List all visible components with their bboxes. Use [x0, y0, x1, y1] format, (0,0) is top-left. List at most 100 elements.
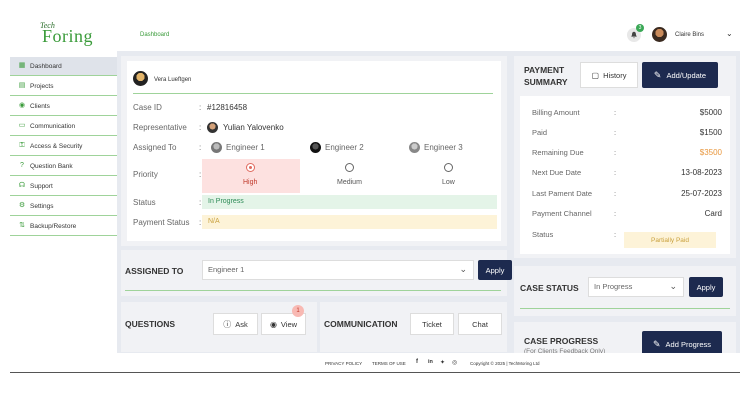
engineer-3-option[interactable]: Engineer 3: [409, 142, 463, 153]
sidebar-item-label: Clients: [30, 102, 50, 110]
divider: [133, 93, 493, 94]
case-status-select[interactable]: In Progress ⌄: [588, 277, 684, 297]
payment-row-label: Next Due Date: [532, 168, 582, 177]
instagram-icon[interactable]: ◎: [452, 359, 457, 366]
chat-button[interactable]: Chat: [458, 313, 502, 335]
payment-row-label: Paid: [532, 128, 548, 137]
sidebar-item-dashboard[interactable]: ▦ Dashboard: [10, 57, 117, 76]
colon: :: [614, 148, 617, 157]
sidebar-item-support[interactable]: ☊ Support: [10, 177, 117, 196]
footer: PRIVACY POLICY TERMS OF USE f in ✦ ◎ Cop…: [117, 353, 740, 372]
remaining-due-value: $3500: [699, 148, 722, 157]
sidebar-item-label: Support: [30, 182, 53, 190]
sidebar-item-label: Projects: [30, 82, 54, 90]
backup-icon: ⇅: [19, 222, 25, 229]
notification-button[interactable]: 3: [627, 24, 644, 42]
logo[interactable]: Tech Foring: [40, 21, 110, 49]
clipboard-icon: ▤: [18, 82, 26, 89]
payment-details-card: Billing Amount : $5000 Paid : $1500 Rema…: [520, 96, 730, 254]
questions-panel: QUESTIONS ⓘ Ask ◉ View: [121, 302, 317, 352]
payment-status-badge: Partially Paid: [624, 232, 716, 248]
case-owner-name: Vera Lueftgen: [154, 77, 192, 83]
sidebar-item-backup-restore[interactable]: ⇅ Backup/Restore: [10, 217, 117, 236]
user-avatar[interactable]: [652, 27, 667, 42]
sidebar-item-label: Dashboard: [30, 62, 62, 70]
payment-row-label: Last Pament Date: [532, 189, 593, 198]
chevron-down-icon[interactable]: ⌄: [726, 29, 733, 38]
colon: :: [614, 230, 617, 239]
colon: :: [614, 189, 617, 198]
add-update-button[interactable]: ✎ Add/Update: [642, 62, 718, 88]
payment-summary-title: PAYMENT SUMMARY: [524, 65, 568, 87]
engineer-label: Engineer 2: [325, 143, 364, 152]
pencil-icon: ✎: [653, 69, 662, 80]
colon: :: [199, 198, 202, 207]
question-icon: ?: [20, 162, 24, 169]
engineer-2-option[interactable]: Engineer 2: [310, 142, 364, 153]
engineer-avatar: [409, 142, 420, 153]
colon: :: [614, 108, 617, 117]
ticket-button[interactable]: Ticket: [410, 313, 454, 335]
sidebar-item-access-security[interactable]: ⚿ Access & Security: [10, 137, 117, 156]
communication-panel: COMMUNICATION Ticket Chat: [320, 302, 507, 352]
engineer-select[interactable]: Engineer 1 ⌄: [202, 260, 474, 280]
colon: :: [614, 209, 617, 218]
user-icon: ◉: [18, 102, 26, 109]
sidebar-item-communication[interactable]: ▭ Communication: [10, 117, 117, 136]
priority-high-label: High: [243, 179, 258, 186]
notification-badge: 3: [636, 24, 644, 32]
headset-icon: ☊: [18, 182, 26, 189]
engineer-avatar: [310, 142, 321, 153]
logo-main-text: Foring: [42, 26, 94, 46]
ask-button[interactable]: ⓘ Ask: [213, 313, 258, 335]
view-count-badge: 1: [292, 305, 304, 317]
payment-status-label: Status: [532, 230, 554, 239]
sidebar-item-label: Access & Security: [30, 142, 83, 150]
status-label: Status: [133, 198, 156, 207]
representative-name: Yulian Yalovenko: [223, 123, 284, 132]
history-button[interactable]: ▢ History: [580, 62, 638, 88]
terms-link[interactable]: TERMS OF USE: [372, 361, 406, 366]
engineer-select-value: Engineer 1: [208, 265, 245, 274]
payment-status-value: N/A: [202, 215, 497, 229]
status-value: In Progress: [202, 195, 497, 209]
user-name[interactable]: Claire Bins: [675, 32, 704, 38]
sidebar-item-settings[interactable]: ⚙ Settings: [10, 197, 117, 216]
app-frame: Tech Foring Dashboard 3 Claire Bins ⌄ ▦ …: [10, 20, 740, 373]
payment-row-value: $5000: [699, 108, 722, 117]
breadcrumb[interactable]: Dashboard: [140, 32, 169, 38]
assign-apply-button[interactable]: Apply: [478, 260, 512, 280]
twitter-icon[interactable]: ✦: [440, 359, 445, 366]
view-label: View: [280, 319, 298, 329]
priority-label: Priority: [133, 170, 158, 179]
add-progress-label: Add Progress: [665, 339, 711, 349]
assign-title: ASSIGNED TO: [125, 266, 184, 276]
privacy-policy-link[interactable]: PRIVACY POLICY: [325, 361, 362, 366]
priority-medium-label: Medium: [337, 179, 362, 186]
sidebar-item-clients[interactable]: ◉ Clients: [10, 97, 117, 116]
facebook-icon[interactable]: f: [416, 359, 418, 365]
bell-icon: [631, 31, 637, 39]
case-id-label: Case ID: [133, 103, 162, 112]
representative-avatar: [207, 122, 218, 133]
priority-high-radio[interactable]: [246, 163, 255, 172]
assign-panel: ASSIGNED TO Engineer 1 ⌄ Apply: [121, 250, 512, 296]
payment-row-label: Payment Channel: [532, 209, 592, 218]
engineer-label: Engineer 1: [226, 143, 265, 152]
communication-title: COMMUNICATION: [324, 319, 398, 329]
linkedin-icon[interactable]: in: [428, 359, 433, 365]
sidebar-item-question-bank[interactable]: ? Question Bank: [10, 157, 117, 176]
case-progress-title: CASE PROGRESS: [524, 336, 599, 346]
case-id-value: #12816458: [207, 103, 248, 112]
engineer-label: Engineer 3: [424, 143, 463, 152]
colon: :: [199, 170, 202, 179]
sidebar-item-projects[interactable]: ▤ Projects: [10, 77, 117, 96]
payment-row-value: 25-07-2023: [681, 189, 722, 198]
priority-medium-radio[interactable]: [345, 163, 354, 172]
case-status-apply-button[interactable]: Apply: [689, 277, 723, 297]
case-details-panel: Vera Lueftgen Case ID : #12816458 Repres…: [121, 56, 507, 246]
priority-low-radio[interactable]: [444, 163, 453, 172]
engineer-1-option[interactable]: Engineer 1: [211, 142, 265, 153]
chat-icon: ▭: [18, 122, 26, 129]
add-update-label: Add/Update: [666, 70, 707, 80]
